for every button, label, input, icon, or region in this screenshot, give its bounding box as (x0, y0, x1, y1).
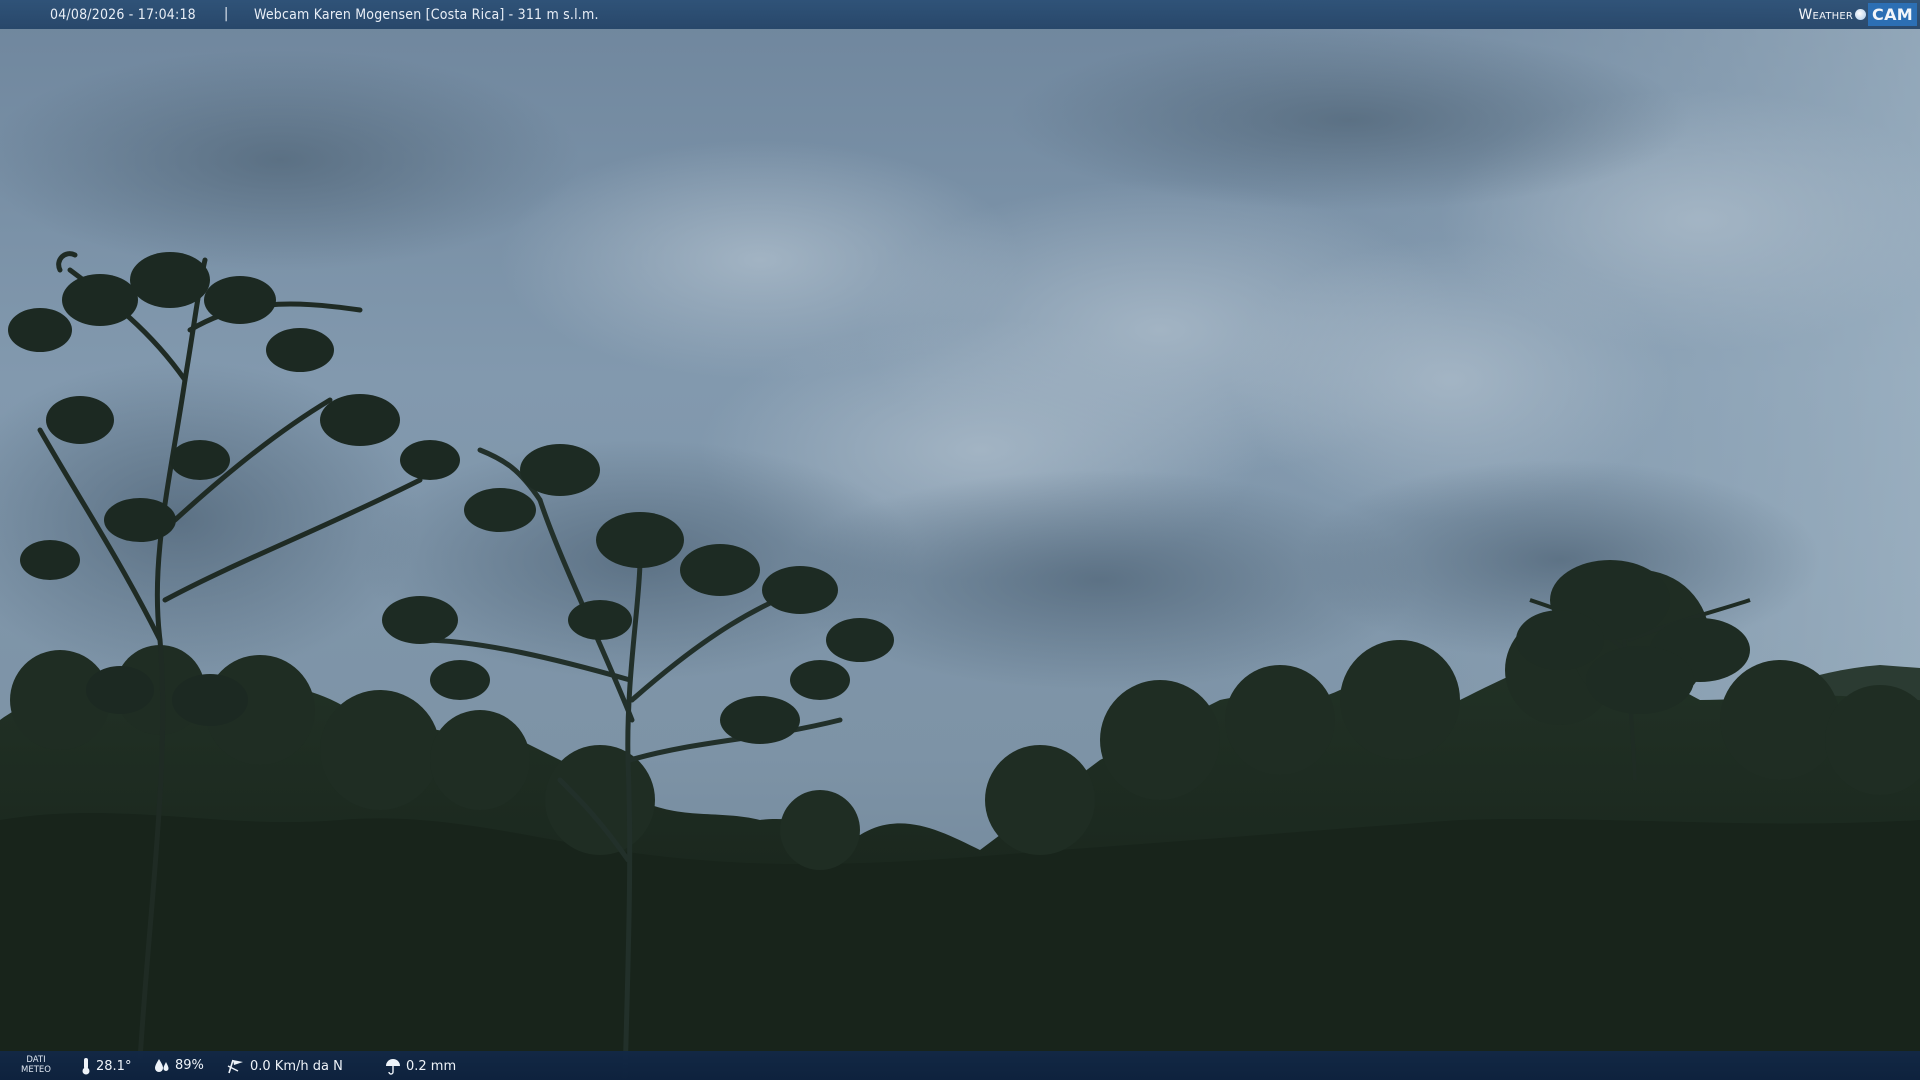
humidity-icon (155, 1059, 169, 1072)
temperature-reading: 28.1° (80, 1057, 131, 1075)
logo-weather-text: Weather (1798, 6, 1854, 23)
logo-cam-text: CAM (1868, 3, 1917, 26)
humidity-value: 89% (175, 1057, 204, 1073)
wind-icon (227, 1059, 243, 1074)
weathercam-logo: Weather CAM (1799, 2, 1917, 27)
weather-label-line1: DATI (26, 1055, 46, 1065)
wind-value: 0.0 Km/h da N (250, 1058, 343, 1074)
weather-label-line2: METEO (21, 1065, 51, 1075)
wind-reading: 0.0 Km/h da N (226, 1057, 343, 1075)
rain-reading: 0.2 mm (384, 1057, 456, 1075)
timestamp: 04/08/2026 - 17:04:18 (50, 7, 196, 23)
humidity-reading: 89% (153, 1057, 204, 1073)
weather-data-label: DATI METEO (20, 1055, 52, 1075)
weather-data-bar: DATI METEO 28.1° 89% 0.0 Km/h da N 0.2 m… (0, 1051, 1920, 1080)
temperature-value: 28.1° (96, 1058, 132, 1074)
webcam-image (0, 0, 1920, 1080)
webcam-title: Webcam Karen Mogensen [Costa Rica] - 311… (254, 7, 599, 23)
thermometer-icon (82, 1058, 90, 1075)
logo-dot-icon (1855, 9, 1867, 20)
webcam-frame: 04/08/2026 - 17:04:18 | Webcam Karen Mog… (0, 0, 1920, 1080)
umbrella-icon (386, 1059, 400, 1075)
top-caption-bar: 04/08/2026 - 17:04:18 | Webcam Karen Mog… (0, 0, 1920, 29)
rain-value: 0.2 mm (406, 1058, 457, 1074)
caption-separator: | (224, 6, 229, 22)
